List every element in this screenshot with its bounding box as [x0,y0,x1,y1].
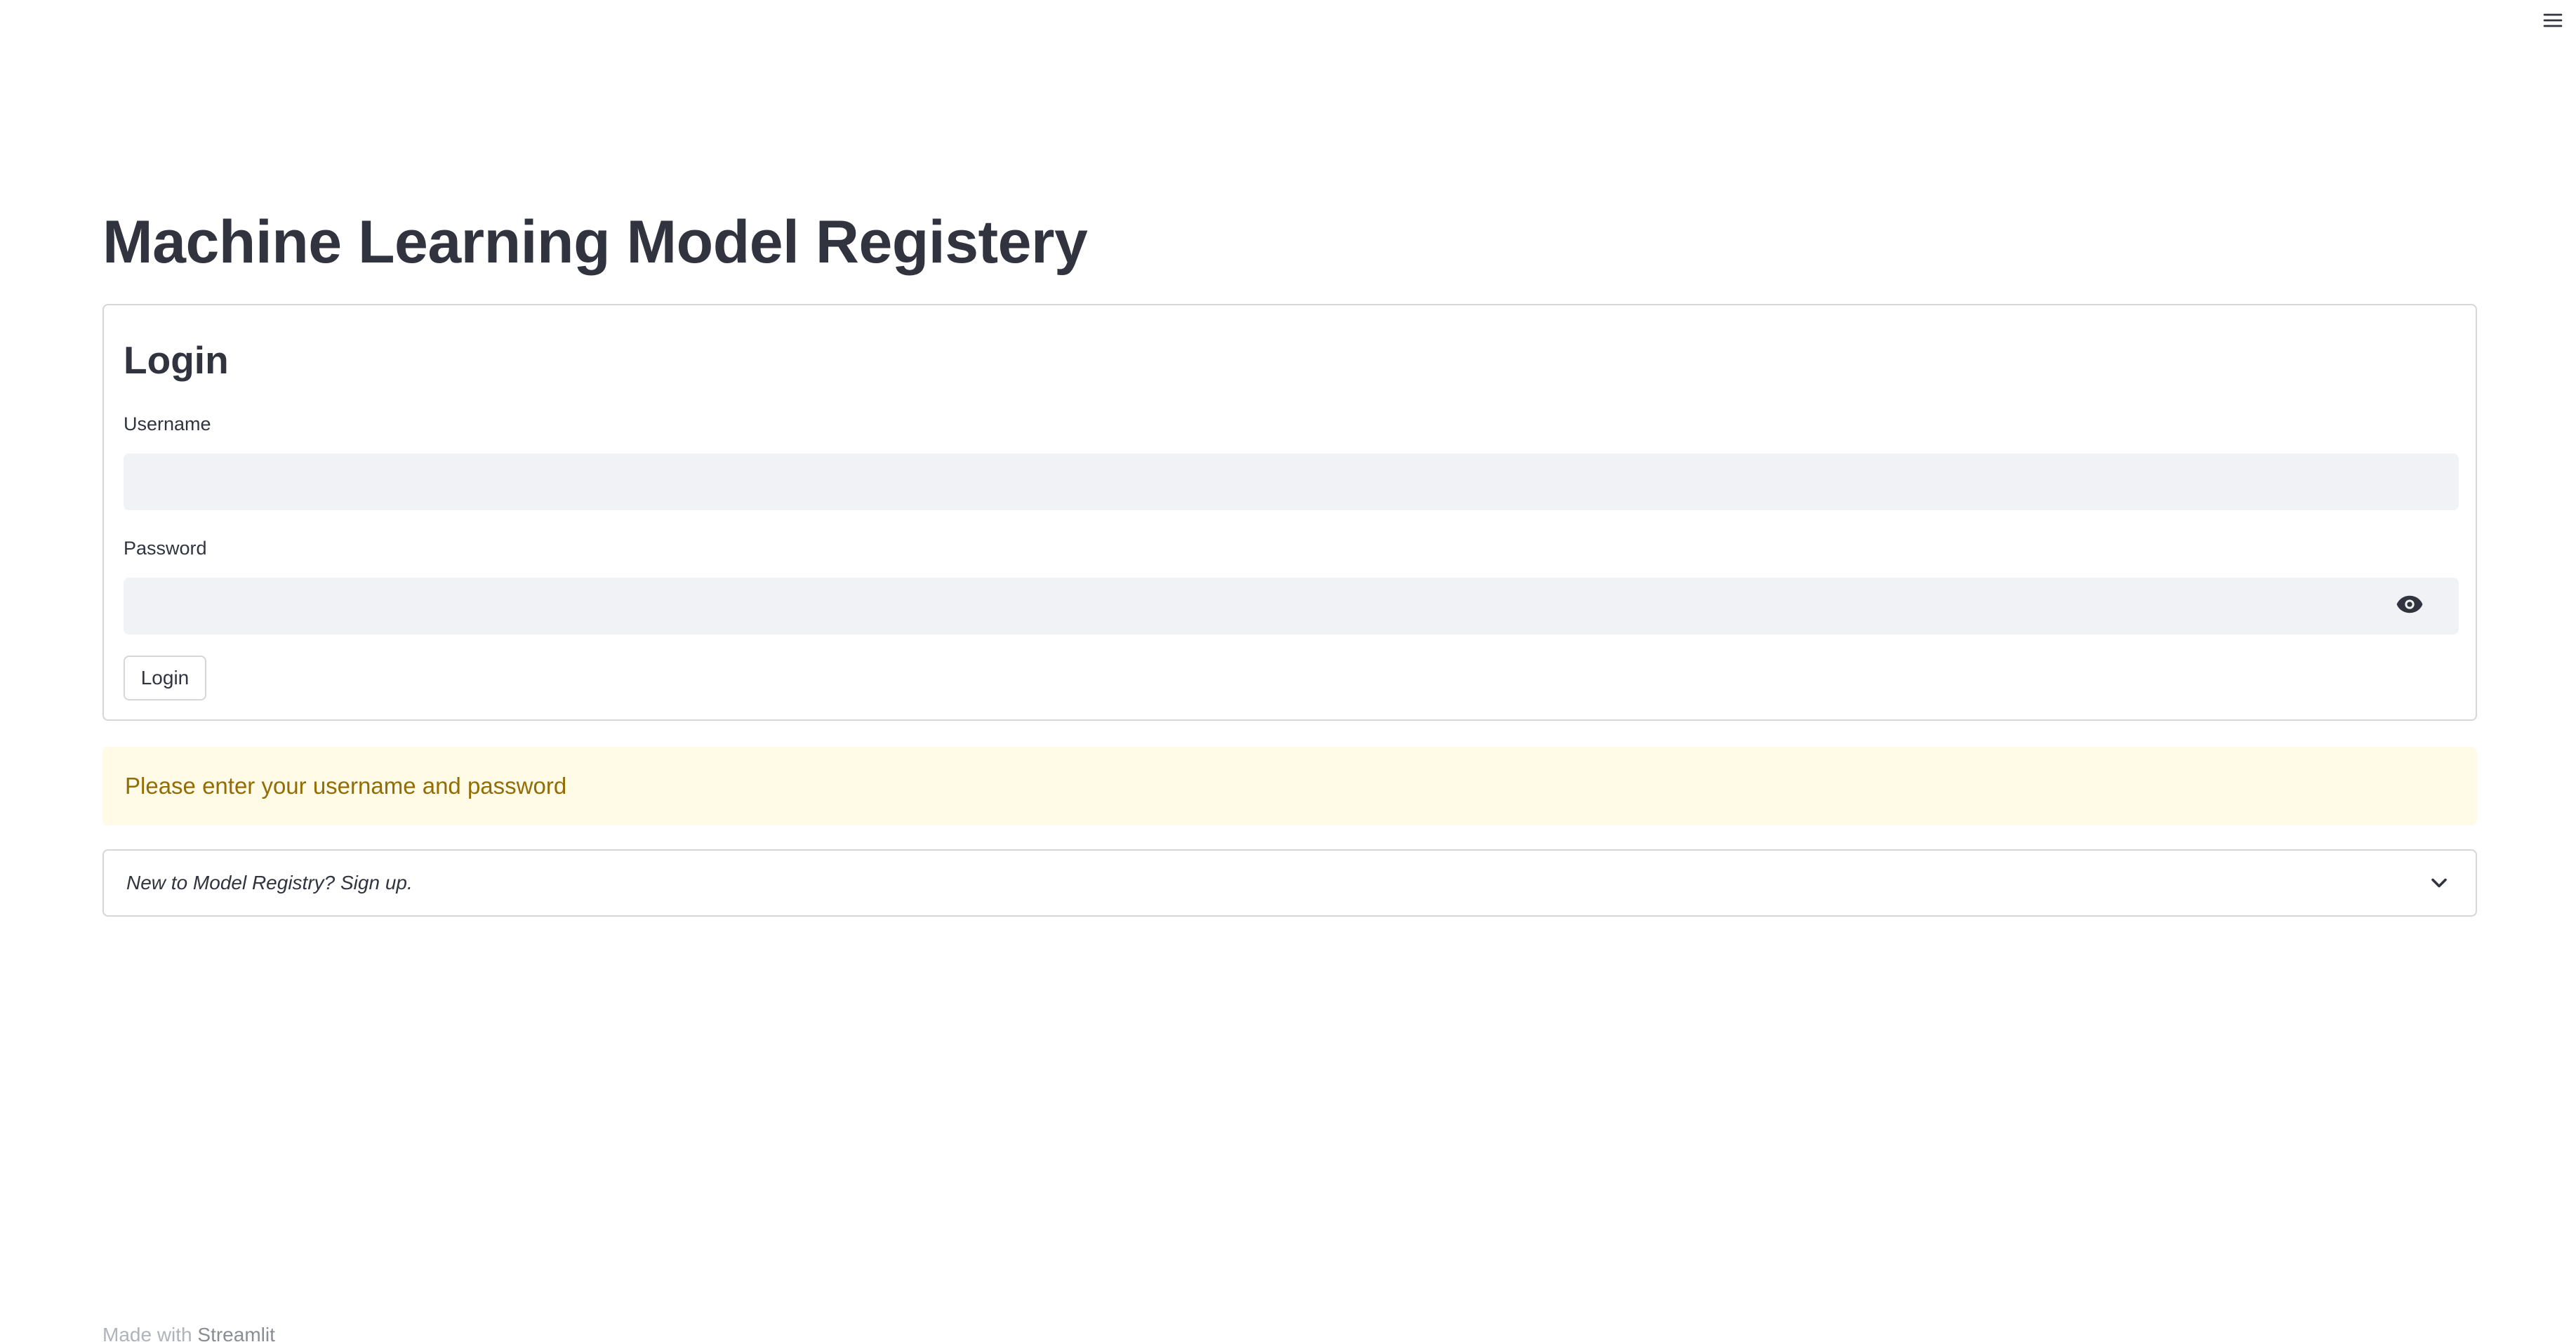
footer-prefix: Made with [102,1324,198,1342]
page-title: Machine Learning Model Registery [102,208,1088,276]
username-input[interactable] [124,453,2459,510]
password-input[interactable] [124,578,2459,635]
streamlit-link[interactable]: Streamlit [197,1324,274,1342]
warning-alert: Please enter your username and password [102,747,2477,825]
login-form [102,304,2477,721]
main-menu-button[interactable] [2540,7,2566,34]
login-heading: Login [124,338,229,382]
show-password-toggle[interactable] [2388,590,2431,618]
chevron-down-icon[interactable] [2426,870,2452,896]
warning-alert-text: Please enter your username and password [125,773,567,799]
app-page: Machine Learning Model Registery Login U… [0,0,2576,1342]
login-button[interactable]: Login [124,656,206,700]
password-label: Password [124,538,207,559]
username-label: Username [124,413,211,434]
footer: Made with Streamlit [102,1322,275,1342]
hamburger-menu-icon[interactable] [2542,9,2564,32]
signup-expander[interactable]: New to Model Registry? Sign up. [102,849,2477,917]
signup-expander-label[interactable]: New to Model Registry? Sign up. [126,870,413,896]
eye-icon[interactable] [2395,590,2424,619]
